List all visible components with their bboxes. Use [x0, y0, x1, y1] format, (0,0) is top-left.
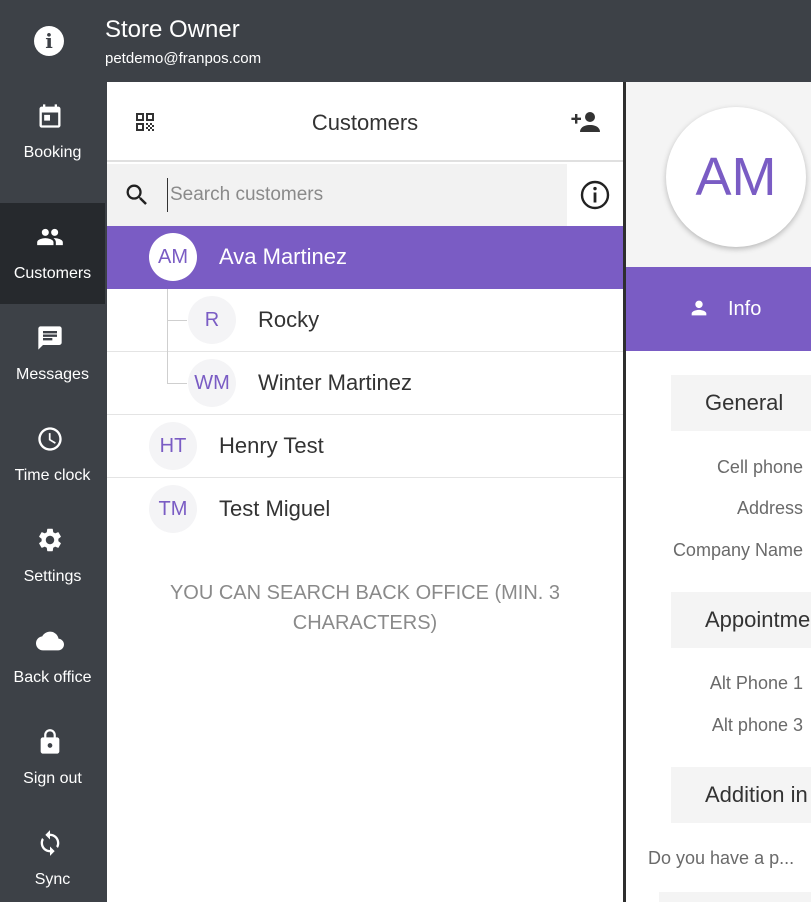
nav-item-back-office[interactable]: Back office [0, 607, 105, 708]
search-info-button[interactable] [567, 164, 623, 226]
person-icon [691, 300, 707, 316]
sync-icon [40, 830, 60, 856]
avatar: HT [149, 422, 197, 470]
large-avatar: AM [666, 107, 806, 247]
customer-list-toolbar: Customers [107, 82, 623, 162]
nav-label: Sign out [23, 770, 82, 787]
search-bar [107, 164, 623, 226]
info-outline-icon [580, 180, 610, 210]
customer-row-test-miguel[interactable]: TM Test Miguel [107, 478, 623, 541]
search-input[interactable] [167, 178, 547, 212]
customer-name: Rocky [258, 307, 320, 332]
tab-info-label: Info [728, 298, 762, 320]
user-name: Store Owner [105, 16, 240, 43]
tree-connector [167, 320, 187, 321]
avatar: AM [149, 233, 197, 281]
people-icon [37, 228, 63, 246]
customer-detail-panel: AM Info General Cell phone Address Compa… [626, 82, 811, 902]
nav-item-booking[interactable]: Booking [0, 82, 105, 183]
lock-icon [40, 729, 60, 754]
field-label-address: Address [736, 498, 803, 518]
clock-icon [38, 427, 62, 451]
customer-name: Winter Martinez [258, 370, 413, 395]
cloud-icon [36, 631, 64, 651]
tree-connector [167, 289, 168, 383]
nav-item-time-clock[interactable]: Time clock [0, 405, 105, 506]
customer-name: Ava Martinez [219, 244, 347, 269]
customer-list-panel: Customers AM Ava Martinez R Rocky WM Win… [107, 82, 623, 902]
user-email: petdemo@franpos.com [105, 50, 262, 67]
nav-item-messages[interactable]: Messages [0, 304, 105, 405]
avatar: WM [188, 359, 236, 407]
message-icon [38, 326, 62, 350]
customer-row-ava-martinez[interactable]: AM Ava Martinez [107, 226, 623, 289]
nav-label: Messages [16, 366, 89, 383]
add-person-icon[interactable] [571, 110, 601, 134]
detail-header: AM [626, 82, 811, 267]
nav-item-sync[interactable]: Sync [0, 809, 105, 902]
nav-item-sign-out[interactable]: Sign out [0, 708, 105, 809]
avatar: R [188, 296, 236, 344]
gear-icon [39, 528, 61, 552]
search-icon [126, 184, 147, 205]
nav-label: Settings [23, 568, 82, 585]
nav-label: Booking [23, 144, 82, 161]
nav-label: Sync [34, 871, 71, 888]
customers-title: Customers [311, 110, 419, 135]
calendar-icon [39, 104, 61, 128]
field-label-cell-phone: Cell phone [716, 457, 803, 477]
customer-row-henry-test[interactable]: HT Henry Test [107, 415, 623, 478]
nav-item-customers[interactable]: Customers [0, 203, 105, 304]
tree-connector [167, 383, 187, 384]
nav-label: Customers [13, 265, 92, 282]
field-label-alt-phone-1: Alt Phone 1 [709, 673, 803, 693]
nav-item-settings[interactable]: Settings [0, 506, 105, 607]
search-hint: YOU CAN SEARCH BACK OFFICE (MIN. 3 CHARA… [169, 582, 561, 634]
next-section-header [659, 892, 811, 902]
field-label-question: Do you have a p... [648, 848, 795, 868]
customer-name: Test Miguel [219, 496, 331, 521]
nav-label: Time clock [14, 467, 91, 484]
nav-label: Back office [13, 669, 92, 686]
tab-info[interactable]: Info [626, 267, 811, 351]
section-additional-info: Addition in [671, 767, 811, 823]
field-label-company-name: Company Name [672, 540, 803, 560]
app-header: i Store Owner petdemo@franpos.com [0, 0, 811, 82]
field-label-alt-phone-3: Alt phone 3 [711, 715, 803, 735]
customer-name: Henry Test [219, 433, 324, 458]
info-icon[interactable]: i [34, 26, 64, 56]
sidebar-nav: Booking Customers Messages Time clock Se… [0, 82, 107, 902]
section-general: General [671, 375, 811, 431]
section-appointments: Appointme [671, 592, 811, 648]
avatar: TM [149, 485, 197, 533]
